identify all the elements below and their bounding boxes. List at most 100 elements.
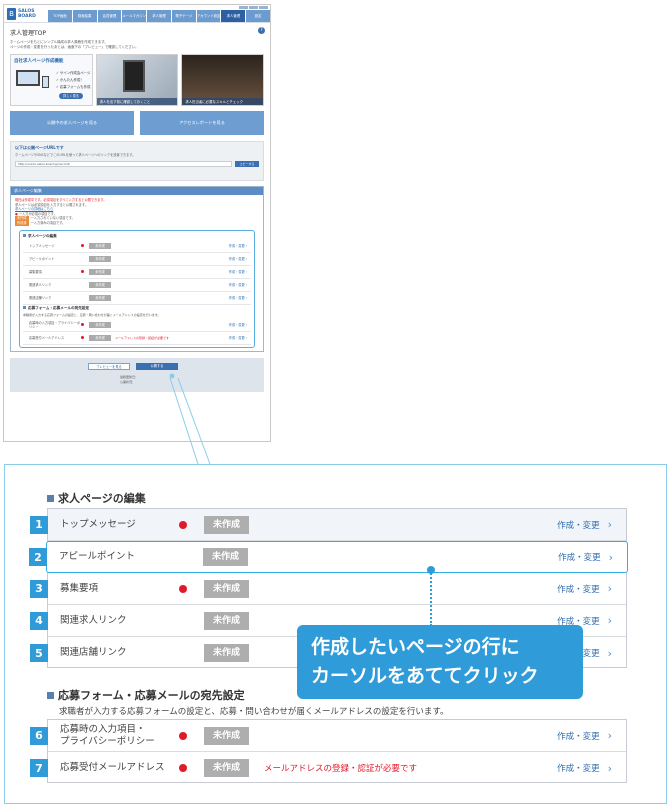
- row-name-line: プライバシーポリシー: [60, 735, 155, 747]
- edit-list-row[interactable]: 6 応募時の入力項目・ プライバシーポリシー 未作成 作成・変更 ›: [30, 720, 626, 752]
- banner-detail-button[interactable]: 詳しく見る: [59, 93, 83, 99]
- row-warning: メールアドレスの登録・認証が必要です: [264, 764, 418, 774]
- copy-url-button[interactable]: コピーする: [235, 160, 259, 167]
- create-edit-link[interactable]: 作成・変更 ›: [557, 518, 612, 531]
- mini-row-action[interactable]: 作成・変更 ›: [229, 244, 247, 249]
- mini-row-action[interactable]: 作成・変更 ›: [229, 257, 247, 262]
- create-edit-label: 作成・変更: [557, 520, 600, 531]
- url-box: 以下は公開ページURLです ホームページやSNSなどでこのURLを使って求人ペー…: [10, 141, 264, 181]
- banner-title: 自社求人ページ作成機能: [14, 59, 64, 64]
- mini-row[interactable]: 関連店舗リンク 未作成 作成・変更 ›: [23, 292, 251, 306]
- edit-list-row[interactable]: 3 募集要項 未作成 作成・変更 ›: [30, 573, 626, 605]
- access-report-button[interactable]: アクセスレポートを見る: [140, 111, 264, 135]
- publish-button[interactable]: 公開する: [136, 363, 178, 371]
- mini-row-action[interactable]: 作成・変更 ›: [229, 336, 247, 341]
- chevron-right-icon: ›: [607, 582, 612, 595]
- nav-item-active[interactable]: 求人管理: [221, 10, 246, 22]
- create-edit-link[interactable]: 作成・変更 ›: [558, 551, 613, 564]
- chevron-right-icon: ›: [607, 729, 612, 742]
- view-public-page-button[interactable]: 公開中の求人ページを見る: [10, 111, 134, 135]
- section-desc-form: 求職者が入力する応募フォームの設定と、応募・問い合わせが届くメールアドレスの設定…: [59, 707, 449, 717]
- mini-row-status: 未作成: [89, 335, 111, 342]
- row-name: 募集要項: [60, 582, 99, 594]
- mini-row-status: 未作成: [89, 243, 111, 250]
- nav-item[interactable]: 会員管理: [97, 10, 122, 22]
- callout-pointer-line: [430, 570, 432, 626]
- nav-item[interactable]: アカウント設定: [196, 10, 221, 22]
- required-dot-icon: [179, 731, 187, 740]
- chevron-right-icon: ›: [244, 256, 247, 261]
- mini-row-action[interactable]: 作成・変更 ›: [229, 296, 247, 301]
- legend-created: 作成済 一入力済みの項目です。: [15, 220, 66, 226]
- mini-row-action-label: 作成・変更: [228, 269, 245, 274]
- url-box-text: ホームページやSNSなどでこのURLを使って求人ページへのリンクを設置できます。: [15, 153, 136, 157]
- nav-item[interactable]: 電子ゲージ: [171, 10, 196, 22]
- edit-list-row[interactable]: 1 トップメッセージ 未作成 作成・変更 ›: [30, 509, 626, 541]
- required-indicator: [81, 323, 89, 328]
- util-link[interactable]: [259, 6, 268, 9]
- banner-feature[interactable]: 自社求人ページ作成機能 ✓ サイン作成会ページ ✓ かんたん作成！ ✓ 応募フォ…: [10, 54, 93, 106]
- mini-row-status: 未作成: [89, 295, 111, 302]
- mini-logo[interactable]: B SALOS BOARD: [4, 5, 48, 22]
- mini-row-action-label: 作成・変更: [228, 282, 245, 287]
- status-badge: 未作成: [204, 515, 249, 534]
- banner-tablet[interactable]: 求人を出す前に確認しておくこと: [95, 54, 179, 106]
- phone-icon: [42, 76, 49, 88]
- mini-row[interactable]: トップメッセージ 未作成 作成・変更 ›: [23, 240, 251, 254]
- mini-row-action[interactable]: 作成・変更 ›: [229, 270, 247, 275]
- mini-row-name: 募集要項: [29, 269, 42, 274]
- mini-row[interactable]: 募集要項 未作成 作成・変更 ›: [23, 266, 251, 280]
- callout-line1: 作成したいページの行に: [311, 636, 520, 658]
- chevron-right-icon: ›: [607, 518, 612, 531]
- url-box-heading: 以下は公開ページURLです: [15, 145, 64, 150]
- required-indicator: [81, 243, 89, 249]
- edit-list-row[interactable]: 7 応募受付メールアドレス 未作成 メールアドレスの登録・認証が必要です 作成・変更 ›: [30, 752, 626, 784]
- chevron-right-icon: ›: [244, 323, 247, 328]
- create-edit-link[interactable]: 作成・変更 ›: [557, 762, 612, 775]
- create-edit-link[interactable]: 作成・変更 ›: [557, 582, 612, 595]
- nav-item[interactable]: メールマガジン: [122, 10, 147, 22]
- public-url-field[interactable]: http://xxxxx.salos-board.jp/recruit/: [15, 160, 232, 167]
- edit-list-row[interactable]: 2 アピールポイント 未作成 作成・変更 ›: [29, 541, 628, 573]
- util-link[interactable]: [239, 6, 248, 9]
- create-edit-label: 作成・変更: [557, 764, 600, 774]
- mini-header: B SALOS BOARD TOP画面 検索結果 会員管理 メールマガジン 求人管…: [4, 5, 270, 23]
- mini-row[interactable]: 応募時の入力項目・プライバシーポリシー 未作成 作成・変更 ›: [23, 319, 251, 333]
- row-name: 関連求人リンク: [60, 614, 127, 626]
- nav-item[interactable]: TOP画面: [48, 10, 72, 22]
- nav-item[interactable]: 求人管理: [147, 10, 171, 22]
- page-title: 求人管理TOP ?: [4, 23, 270, 37]
- mini-row-action-label: 作成・変更: [228, 295, 245, 300]
- mini-row-action-label: 作成・変更: [228, 336, 245, 341]
- required-dot-icon: [81, 336, 84, 340]
- status-badge: 未作成: [204, 644, 249, 662]
- util-link[interactable]: [249, 6, 258, 9]
- banner-caption: 求人を出す前に確認しておくこと: [96, 98, 178, 105]
- mini-row[interactable]: 関連求人リンク 未作成 作成・変更 ›: [23, 279, 251, 293]
- status-badge: 未作成: [204, 579, 249, 598]
- banner-skill[interactable]: 求人担当者に必要なスキルとチェック: [181, 54, 265, 106]
- mini-row-status: 未作成: [89, 322, 111, 329]
- row-name: 応募時の入力項目・ プライバシーポリシー: [60, 724, 155, 748]
- chevron-right-icon: ›: [607, 614, 612, 627]
- mini-row[interactable]: アピールポイント 未作成 作成・変更 ›: [23, 253, 251, 267]
- create-edit-label: 作成・変更: [557, 731, 600, 742]
- row-number-badge: 4: [30, 611, 48, 630]
- banner-item: ✓ サイン作成会ページ: [56, 71, 91, 75]
- mini-row-action[interactable]: 作成・変更 ›: [229, 323, 247, 328]
- mini-row[interactable]: 応募受付メールアドレス 未作成 メールアドレスの登録・認証が必要です 作成・変更 ›: [23, 332, 251, 346]
- row-number-badge: 6: [30, 726, 48, 745]
- mini-row-action-label: 作成・変更: [228, 243, 245, 248]
- nav-item[interactable]: 検索結果: [72, 10, 97, 22]
- create-edit-label: 作成・変更: [557, 584, 600, 595]
- required-indicator: [81, 269, 89, 275]
- nav-item[interactable]: 設定: [246, 10, 270, 22]
- help-icon[interactable]: ?: [258, 27, 265, 34]
- mini-row-action[interactable]: 作成・変更 ›: [229, 283, 247, 288]
- preview-button[interactable]: プレビューを見る: [88, 363, 130, 371]
- create-edit-link[interactable]: 作成・変更 ›: [557, 729, 612, 742]
- chevron-right-icon: ›: [244, 336, 247, 341]
- row-name: トップメッセージ: [60, 518, 136, 530]
- mini-row-status: 未作成: [89, 256, 111, 263]
- mini-row-name: 関連求人リンク: [29, 282, 52, 287]
